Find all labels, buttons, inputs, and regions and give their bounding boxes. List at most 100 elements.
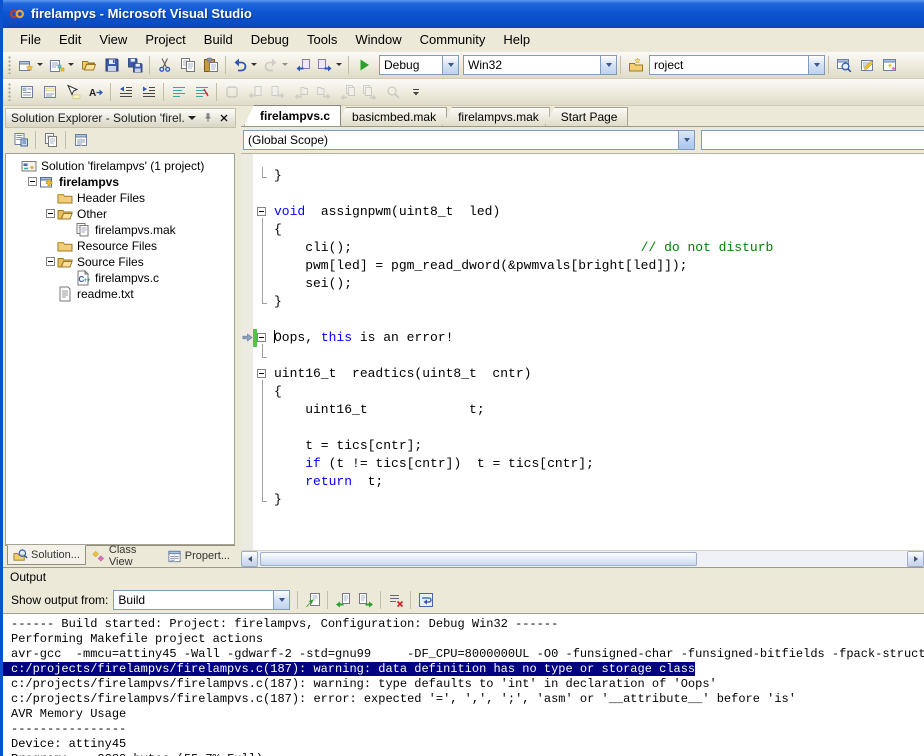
add-item-button[interactable] xyxy=(46,54,77,76)
decrease-indent-button[interactable] xyxy=(114,81,137,103)
complete-word-button[interactable]: A xyxy=(84,81,107,103)
fold-collapse-box[interactable] xyxy=(257,203,269,221)
panel-tab-solution[interactable]: Solution... xyxy=(7,545,86,565)
fold-collapse-box[interactable] xyxy=(257,365,269,383)
comment-selection-button[interactable] xyxy=(167,81,190,103)
tree-item-resource-files[interactable]: Resource Files xyxy=(6,238,234,254)
panel-tab-class-view[interactable]: Class View xyxy=(86,546,162,566)
output-line[interactable]: AVR Memory Usage xyxy=(11,707,924,722)
toolbar-grip[interactable] xyxy=(8,56,12,74)
menu-window[interactable]: Window xyxy=(346,29,410,50)
class-diagram-button[interactable] xyxy=(878,54,901,76)
output-line[interactable]: ---------------- xyxy=(11,722,924,737)
copy-button[interactable] xyxy=(176,54,199,76)
goto-source-button[interactable] xyxy=(301,589,324,611)
menu-community[interactable]: Community xyxy=(411,29,495,50)
parameter-info-button[interactable] xyxy=(38,81,61,103)
navigate-forward-button[interactable] xyxy=(314,54,345,76)
uncomment-selection-button[interactable] xyxy=(190,81,213,103)
solution-configuration-combo[interactable]: Debug xyxy=(379,55,459,75)
menu-build[interactable]: Build xyxy=(195,29,242,50)
tree-item-firelampvs-mak[interactable]: firelampvs.mak xyxy=(6,222,234,238)
member-list-button[interactable] xyxy=(15,81,38,103)
menu-file[interactable]: File xyxy=(11,29,50,50)
collapse-expander[interactable] xyxy=(44,209,57,218)
fold-collapse-box[interactable] xyxy=(257,329,269,347)
output-line[interactable]: ------ Build started: Project: firelampv… xyxy=(11,617,924,632)
show-all-files-button[interactable] xyxy=(39,129,62,151)
collapse-expander[interactable] xyxy=(44,257,57,266)
find-combo[interactable]: roject xyxy=(649,55,825,75)
output-line[interactable]: avr-gcc -mmcu=attiny45 -Wall -gdwarf-2 -… xyxy=(11,647,924,662)
navigate-backward-button[interactable] xyxy=(291,54,314,76)
properties-button[interactable] xyxy=(69,129,92,151)
code-view-button[interactable] xyxy=(9,129,32,151)
document-tab-basicmbed-mak[interactable]: basicmbed.mak xyxy=(336,107,447,126)
toggle-word-wrap-button[interactable] xyxy=(414,589,437,611)
tree-item-firelampvs[interactable]: firelampvs xyxy=(6,174,234,190)
output-source-combo[interactable]: Build xyxy=(113,590,290,610)
start-debug-button[interactable] xyxy=(352,54,375,76)
tree-item-solution-firelampvs-1-project[interactable]: Solution 'firelampvs' (1 project) xyxy=(6,158,234,174)
toolbar-grip[interactable] xyxy=(8,83,12,101)
find-symbol-button[interactable] xyxy=(832,54,855,76)
output-log[interactable]: ------ Build started: Project: firelampv… xyxy=(3,613,924,756)
output-line[interactable]: Program: 2282 bytes (55.7% Full) xyxy=(11,752,924,756)
auto-hide-pin-button[interactable] xyxy=(200,110,216,125)
tree-item-readme-txt[interactable]: readme.txt xyxy=(6,286,234,302)
output-line[interactable]: Device: attiny45 xyxy=(11,737,924,752)
menu-help[interactable]: Help xyxy=(494,29,539,50)
save-button[interactable] xyxy=(100,54,123,76)
edit-task-list-button[interactable] xyxy=(855,54,878,76)
document-tab-firelampvs-c[interactable]: firelampvs.c xyxy=(244,105,341,126)
tree-item-header-files[interactable]: Header Files xyxy=(6,190,234,206)
scrollbar-thumb[interactable] xyxy=(260,552,697,566)
chevron-down-icon[interactable] xyxy=(678,131,694,149)
solution-explorer-toolbar xyxy=(5,128,236,153)
output-line[interactable]: c:/projects/firelampvs/firelampvs.c(187)… xyxy=(11,677,924,692)
chevron-down-icon[interactable] xyxy=(808,56,824,74)
tree-item-other[interactable]: Other xyxy=(6,206,234,222)
toolbar-options-button[interactable] xyxy=(404,81,427,103)
solution-platform-combo[interactable]: Win32 xyxy=(463,55,617,75)
menu-view[interactable]: View xyxy=(90,29,136,50)
menu-debug[interactable]: Debug xyxy=(242,29,298,50)
save-all-button[interactable] xyxy=(123,54,146,76)
previous-message-button[interactable] xyxy=(331,589,354,611)
tree-item-firelampvs-c[interactable]: C++firelampvs.c xyxy=(6,270,234,286)
menu-project[interactable]: Project xyxy=(136,29,194,50)
increase-indent-button[interactable] xyxy=(137,81,160,103)
close-button[interactable] xyxy=(216,110,232,125)
output-line[interactable]: c:/projects/firelampvs/firelampvs.c(187)… xyxy=(11,692,924,707)
cut-button[interactable] xyxy=(153,54,176,76)
scroll-left-button[interactable] xyxy=(241,551,258,567)
code-editor[interactable]: }void assignpwm(uint8_t led){ cli(); // … xyxy=(241,154,924,550)
undo-button[interactable] xyxy=(229,54,260,76)
menu-tools[interactable]: Tools xyxy=(298,29,346,50)
solution-tree[interactable]: Solution 'firelampvs' (1 project)firelam… xyxy=(5,153,235,545)
document-tab-firelampvs-mak[interactable]: firelampvs.mak xyxy=(442,107,550,126)
output-line[interactable]: c:/projects/firelampvs/firelampvs.c(187)… xyxy=(11,662,924,677)
open-file-button[interactable] xyxy=(77,54,100,76)
types-scope-combo[interactable]: (Global Scope) xyxy=(243,130,695,150)
collapse-expander[interactable] xyxy=(26,177,39,186)
code-line: void assignpwm(uint8_t led) xyxy=(241,203,924,221)
new-project-button[interactable] xyxy=(15,54,46,76)
members-combo[interactable] xyxy=(701,130,924,150)
panel-tab-propert[interactable]: Propert... xyxy=(162,546,235,566)
next-message-button[interactable] xyxy=(354,589,377,611)
chevron-down-icon[interactable] xyxy=(442,56,458,74)
find-in-files-button[interactable] xyxy=(624,54,647,76)
menu-edit[interactable]: Edit xyxy=(50,29,90,50)
quick-info-button[interactable] xyxy=(61,81,84,103)
output-line[interactable]: Performing Makefile project actions xyxy=(11,632,924,647)
paste-button[interactable] xyxy=(199,54,222,76)
chevron-down-icon[interactable] xyxy=(273,591,289,609)
scroll-right-button[interactable] xyxy=(907,551,924,567)
chevron-down-icon[interactable] xyxy=(600,56,616,74)
tree-item-source-files[interactable]: Source Files xyxy=(6,254,234,270)
clear-all-button[interactable] xyxy=(384,589,407,611)
indicator-margin xyxy=(241,455,253,473)
window-position-button[interactable] xyxy=(184,110,200,125)
document-tab-start-page[interactable]: Start Page xyxy=(545,107,629,126)
